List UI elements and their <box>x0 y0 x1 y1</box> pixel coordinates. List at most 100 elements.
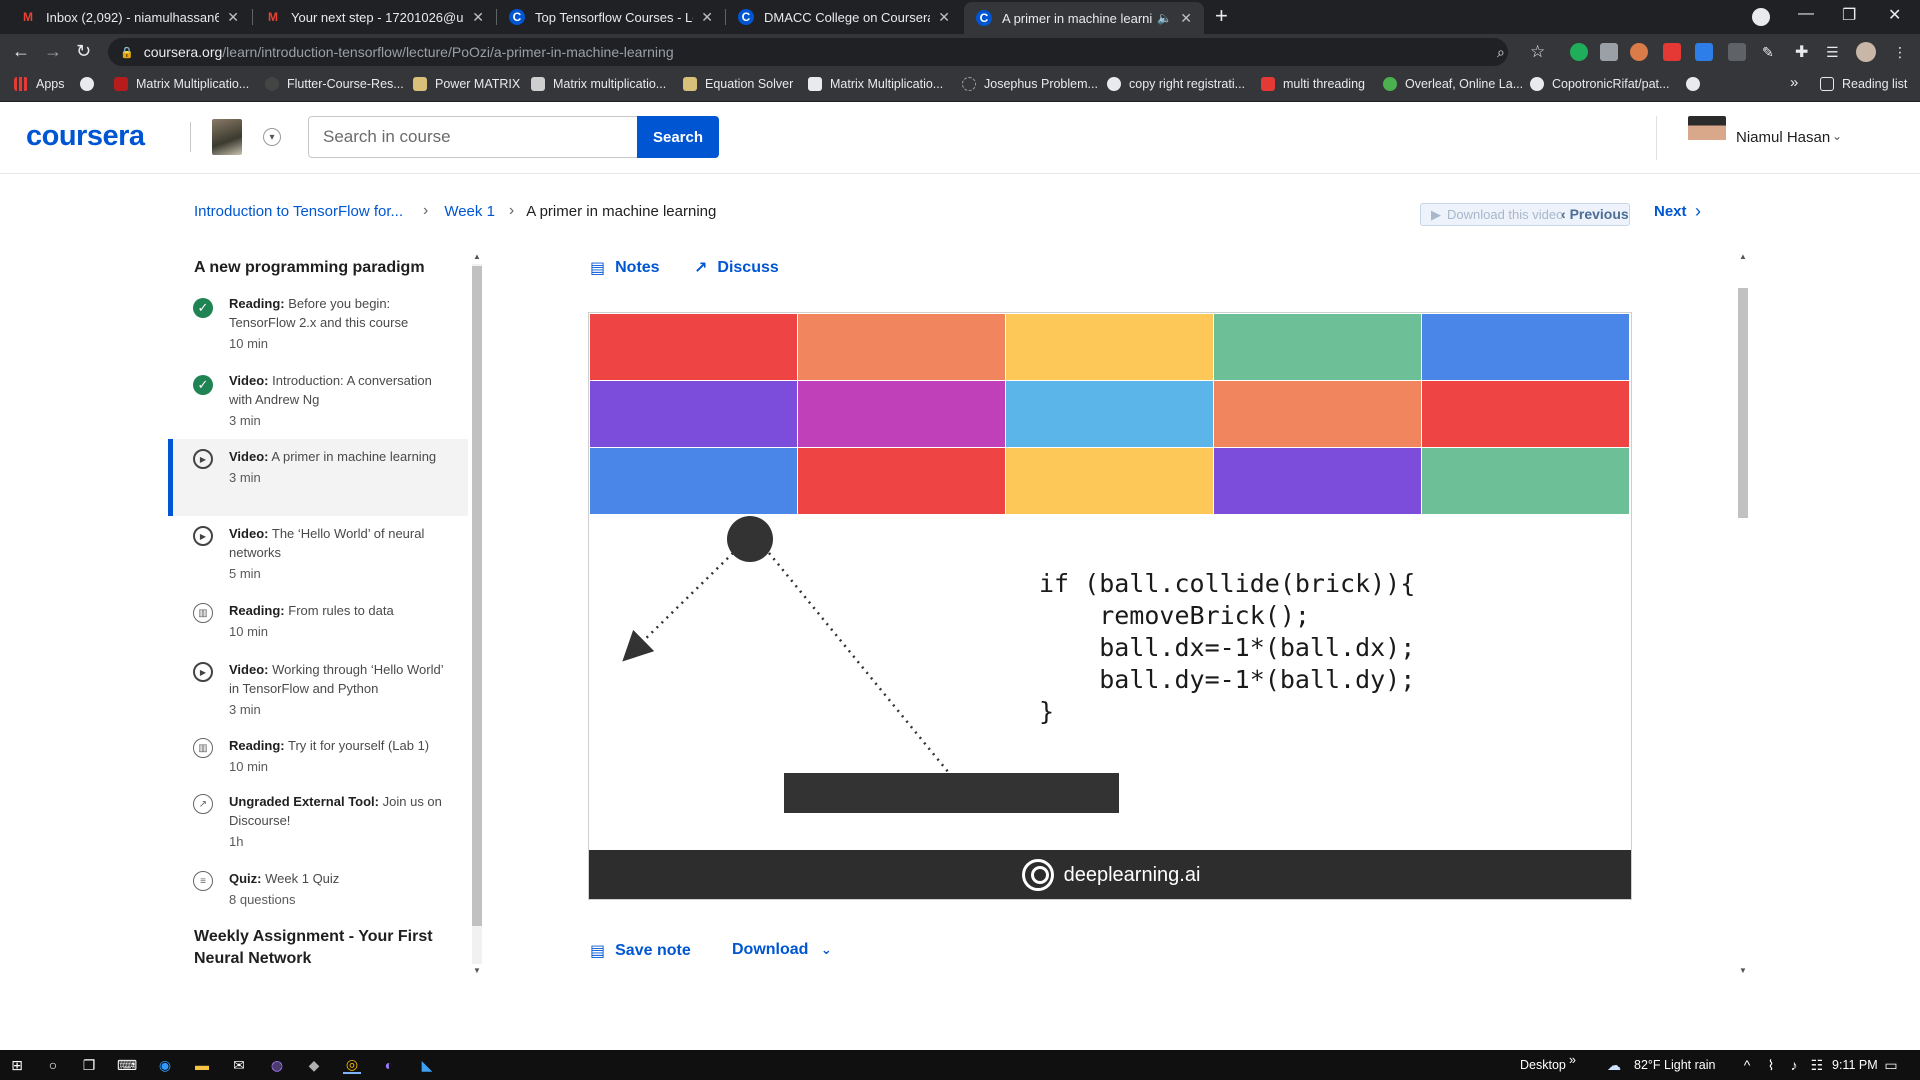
video-player[interactable]: if (ball.collide(brick)){ removeBrick();… <box>588 312 1632 900</box>
windows-start-icon[interactable]: ⊞ <box>8 1056 26 1074</box>
bookmark-item[interactable] <box>1686 77 1708 91</box>
scrollbar-thumb[interactable] <box>472 266 482 926</box>
back-icon[interactable]: ← <box>12 41 30 62</box>
chrome-menu-icon[interactable]: ⋮ <box>1893 44 1907 61</box>
breadcrumb-week[interactable]: Week 1 <box>444 203 495 220</box>
discord-icon[interactable]: ◐ <box>380 1056 398 1074</box>
bookmark-item[interactable]: Matrix Multiplicatio... <box>114 77 249 91</box>
bookmark-item[interactable]: copy right registrati... <box>1107 77 1245 91</box>
save-note-button[interactable]: ▤ Save note <box>590 941 691 961</box>
address-bar[interactable]: 🔒 coursera.org/learn/introduction-tensor… <box>108 38 1508 66</box>
minimize-icon[interactable]: — <box>1798 5 1814 23</box>
edge-icon[interactable]: ◉ <box>156 1056 174 1074</box>
bookmark-item[interactable]: Matrix Multiplicatio... <box>808 77 943 91</box>
keyboard-icon[interactable]: ⌨ <box>117 1056 137 1074</box>
bookmark-item[interactable]: multi threading <box>1261 77 1365 91</box>
profile-avatar-icon[interactable] <box>1856 42 1876 62</box>
grammarly-extension-icon[interactable] <box>1570 43 1588 61</box>
discuss-button[interactable]: ↗ Discuss <box>694 258 779 278</box>
outline-item-reading[interactable]: ▥ Reading: From rules to data 10 min <box>168 601 468 651</box>
weather-text[interactable]: 82°F Light rain <box>1634 1058 1715 1072</box>
course-thumbnail[interactable] <box>212 119 242 155</box>
chevron-right-icon[interactable]: › <box>1695 201 1701 222</box>
notes-button[interactable]: ▤ Notes <box>590 258 660 278</box>
close-window-icon[interactable]: ✕ <box>1888 5 1901 25</box>
download-video-button[interactable]: ▶ Download this video ‹ Previous <box>1420 203 1630 226</box>
download-button[interactable]: Download ⌄ <box>732 941 832 959</box>
close-tab-icon[interactable]: ✕ <box>472 9 484 26</box>
bookmark-item[interactable]: Matrix multiplicatio... <box>531 77 666 91</box>
bookmark-star-icon[interactable]: ☆ <box>1530 42 1545 62</box>
breadcrumb-course[interactable]: Introduction to TensorFlow for... <box>194 203 403 220</box>
avatar[interactable] <box>1688 116 1726 160</box>
chevron-down-icon[interactable]: ▾ <box>263 128 281 146</box>
outline-item-video[interactable]: ▶ Video: Working through ‘Hello World’ i… <box>168 660 468 730</box>
scroll-down-icon[interactable]: ▼ <box>1739 966 1747 975</box>
sidebar-scrollbar[interactable]: ▲ ▼ <box>470 250 484 978</box>
browser-tab[interactable]: M Your next step - 17201026@uap- ✕ <box>253 0 496 34</box>
previous-button[interactable]: ‹ Previous <box>1561 206 1629 222</box>
clock[interactable]: 9:11 PM <box>1832 1058 1878 1072</box>
mail-icon[interactable]: ✉ <box>230 1056 248 1074</box>
bookmark-item[interactable]: Overleaf, Online La... <box>1383 77 1523 91</box>
reading-list-button[interactable]: Reading list <box>1820 77 1907 91</box>
outline-item-quiz[interactable]: ≡ Quiz: Week 1 Quiz 8 questions <box>168 869 468 919</box>
outline-item-external-tool[interactable]: ↗ Ungraded External Tool: Join us on Dis… <box>168 792 468 862</box>
vscode-icon[interactable]: ◣ <box>418 1056 436 1074</box>
section-title[interactable]: Weekly Assignment - Your First Neural Ne… <box>194 926 454 970</box>
scroll-down-icon[interactable]: ▼ <box>473 966 481 975</box>
bookmark-item[interactable]: Power MATRIX <box>413 77 520 91</box>
camera-extension-icon[interactable] <box>1600 43 1618 61</box>
download-extension-icon[interactable] <box>1695 43 1713 61</box>
file-explorer-icon[interactable]: ▬ <box>193 1056 211 1074</box>
outline-item-reading[interactable]: ▥ Reading: Try it for yourself (Lab 1) 10… <box>168 736 468 786</box>
search-button[interactable]: Search <box>637 116 719 158</box>
pen-extension-icon[interactable]: ✎ <box>1762 44 1774 61</box>
bookmark-item[interactable]: Josephus Problem... <box>962 77 1098 91</box>
extension-icon[interactable] <box>1663 43 1681 61</box>
restore-icon[interactable]: ❐ <box>1842 5 1856 25</box>
scrollbar-thumb[interactable] <box>1738 288 1748 518</box>
search-icon[interactable]: ○ <box>44 1056 62 1074</box>
search-input[interactable] <box>308 116 638 158</box>
browser-tab[interactable]: C Top Tensorflow Courses - Learn T ✕ <box>497 0 725 34</box>
page-scrollbar[interactable]: ▲ ▼ <box>1736 250 1750 978</box>
chevron-right-icon[interactable]: » <box>1569 1053 1576 1067</box>
zoom-icon[interactable]: ⌕ <box>1497 44 1505 61</box>
puzzle-extensions-icon[interactable]: ✚ <box>1795 42 1808 62</box>
chevron-down-icon[interactable]: ⌄ <box>1832 129 1842 143</box>
bookmark-item[interactable]: Equation Solver <box>683 77 793 91</box>
outline-item-video[interactable]: ▶ Video: The ‘Hello World’ of neural net… <box>168 524 468 594</box>
coursera-logo[interactable]: coursera <box>26 120 145 153</box>
close-tab-icon[interactable]: ✕ <box>701 9 713 26</box>
outline-item-video[interactable]: ✓ Video: Introduction: A conversation wi… <box>168 371 468 441</box>
reload-icon[interactable]: ↻ <box>76 41 91 62</box>
wifi-icon[interactable]: ⌇ <box>1762 1056 1780 1074</box>
bookmark-item[interactable] <box>80 77 102 91</box>
outline-item-video-active[interactable]: ▶ Video: A primer in machine learning 3 m… <box>168 439 468 516</box>
game-icon[interactable]: ◆ <box>305 1056 323 1074</box>
bookmark-apps[interactable]: Apps <box>14 77 65 91</box>
profile-menu-icon[interactable] <box>1752 8 1770 26</box>
reading-mode-icon[interactable]: ☰ <box>1826 44 1839 61</box>
browser-tab-active[interactable]: C A primer in machine learning 🔈 ✕ <box>964 2 1204 34</box>
bookmark-item[interactable]: CopotronicRifat/pat... <box>1530 77 1669 91</box>
extension-icon[interactable] <box>1728 43 1746 61</box>
more-bookmarks-button[interactable]: » <box>1790 74 1798 91</box>
scroll-up-icon[interactable]: ▲ <box>473 252 481 261</box>
new-tab-button[interactable]: + <box>1215 3 1228 29</box>
language-icon[interactable]: ☷ <box>1808 1056 1826 1074</box>
next-button[interactable]: Next <box>1654 203 1687 220</box>
close-tab-icon[interactable]: ✕ <box>1180 10 1192 27</box>
user-name[interactable]: Niamul Hasan <box>1736 129 1830 146</box>
close-tab-icon[interactable]: ✕ <box>938 9 950 26</box>
scroll-up-icon[interactable]: ▲ <box>1739 252 1747 261</box>
speaker-icon[interactable]: 🔈 <box>1157 11 1172 25</box>
volume-icon[interactable]: ♪ <box>1785 1056 1803 1074</box>
notification-icon[interactable]: ▭ <box>1882 1056 1900 1074</box>
outline-item-reading[interactable]: ✓ Reading: Before you begin: TensorFlow … <box>168 294 468 364</box>
browser-tab[interactable]: C DMACC College on Coursera | Co ✕ <box>726 0 962 34</box>
task-view-icon[interactable]: ❐ <box>80 1056 98 1074</box>
close-tab-icon[interactable]: ✕ <box>227 9 239 26</box>
browser-tab[interactable]: M Inbox (2,092) - niamulhassan64@ ✕ <box>8 0 251 34</box>
